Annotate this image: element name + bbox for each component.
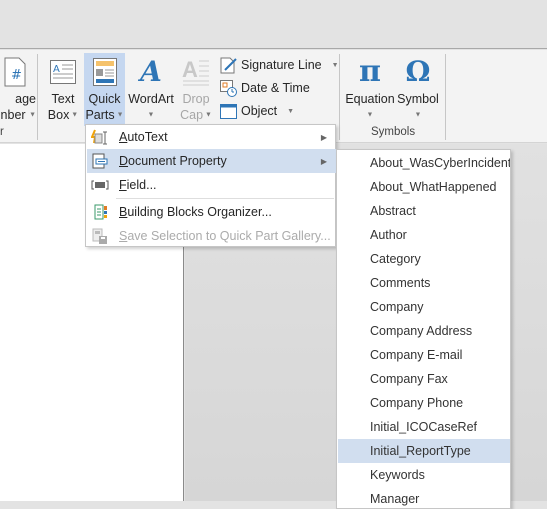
submenu-arrow-icon: ▶ (320, 156, 327, 166)
object-icon (220, 103, 237, 120)
date-time-icon (220, 79, 237, 97)
dropdown-arrow-icon: ▼ (29, 111, 36, 119)
property-item[interactable]: Company Address (338, 319, 510, 343)
object-button[interactable]: Object ▼ (220, 100, 294, 122)
svg-text:A: A (53, 64, 60, 75)
page-number-button[interactable]: # age nber ▼ (0, 53, 36, 124)
equation-pi-icon: π (359, 54, 381, 89)
header-footer-group-label: r (0, 126, 4, 138)
property-item[interactable]: About_WasCyberIncident (338, 151, 510, 175)
wordart-icon: A (140, 55, 162, 88)
menu-item-save-selection-to-gallery[interactable]: Save Selection to Quick Part Gallery... (87, 224, 336, 248)
submenu-arrow-icon: ▶ (320, 132, 327, 142)
property-item[interactable]: Abstract (338, 199, 510, 223)
symbol-omega-icon: Ω (405, 55, 431, 88)
document-property-submenu: About_WasCyberIncident About_WhatHappene… (336, 149, 511, 509)
property-item[interactable]: Category (338, 247, 510, 271)
symbol-button[interactable]: Ω Symbol ▼ (396, 53, 440, 124)
property-item[interactable]: Company Phone (338, 391, 510, 415)
property-item[interactable]: Company (338, 295, 510, 319)
signature-line-icon (220, 57, 237, 74)
page-number-icon: # (0, 53, 36, 91)
svg-text:#: # (11, 68, 22, 83)
text-box-icon: A (44, 53, 82, 91)
document-property-icon (91, 153, 109, 169)
menu-separator (116, 198, 334, 199)
field-icon (91, 177, 109, 193)
group-divider (37, 54, 38, 140)
menu-item-autotext[interactable]: AutoText ▶ (87, 125, 336, 149)
property-item[interactable]: Keywords (338, 463, 510, 487)
drop-cap-icon: A (178, 53, 214, 91)
property-item-highlighted[interactable]: Initial_ReportType (338, 439, 510, 463)
quick-parts-menu: AutoText ▶ Document Property ▶ Field... … (85, 124, 336, 247)
date-time-button[interactable]: Date & Time (220, 77, 310, 99)
quick-parts-icon (84, 53, 125, 91)
wordart-button[interactable]: A WordArt ▼ (127, 53, 175, 124)
text-box-button[interactable]: A Text Box ▼ (44, 53, 82, 124)
property-item[interactable]: Initial_ICOCaseRef (338, 415, 510, 439)
svg-text:A: A (182, 57, 198, 82)
dropdown-arrow-icon: ▼ (287, 107, 295, 115)
menu-item-field[interactable]: Field... (87, 173, 336, 197)
property-item[interactable]: Comments (338, 271, 510, 295)
menu-item-building-blocks-organizer[interactable]: Building Blocks Organizer... (87, 200, 336, 224)
property-item[interactable]: Author (338, 223, 510, 247)
signature-line-button[interactable]: Signature Line ▼ (220, 54, 339, 76)
save-selection-icon (91, 228, 109, 244)
dropdown-arrow-icon: ▼ (414, 111, 422, 119)
dropdown-arrow-icon: ▼ (147, 111, 155, 119)
autotext-icon (90, 129, 109, 145)
equation-button[interactable]: π Equation ▼ (344, 53, 396, 124)
building-blocks-icon (91, 204, 109, 220)
symbols-group-label: Symbols (371, 126, 416, 138)
group-divider (339, 54, 340, 140)
dropdown-arrow-icon: ▼ (203, 111, 212, 119)
title-bar-area (0, 0, 547, 49)
property-item[interactable]: Company E-mail (338, 343, 510, 367)
drop-cap-button[interactable]: A Drop Cap ▼ (178, 53, 214, 124)
dropdown-arrow-icon: ▼ (366, 111, 374, 119)
quick-parts-button[interactable]: Quick Parts ▼ (84, 53, 125, 126)
property-item[interactable]: About_WhatHappened (338, 175, 510, 199)
group-divider (445, 54, 446, 140)
dropdown-arrow-icon: ▼ (114, 111, 124, 119)
menu-item-document-property[interactable]: Document Property ▶ (87, 149, 336, 173)
dropdown-arrow-icon: ▼ (331, 61, 339, 69)
dropdown-arrow-icon: ▼ (69, 111, 79, 119)
property-item[interactable]: Company Fax (338, 367, 510, 391)
property-item[interactable]: Manager (338, 487, 510, 508)
